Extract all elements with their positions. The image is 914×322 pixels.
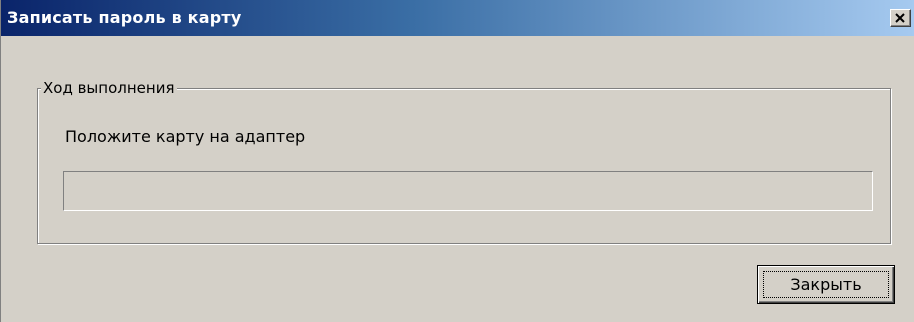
- status-message: Положите карту на адаптер: [65, 127, 306, 146]
- groupbox-legend: Ход выполнения: [41, 78, 178, 98]
- progress-bar: [63, 171, 873, 211]
- dialog-window: Записать пароль в карту Ход выполнения П…: [0, 0, 914, 322]
- progress-groupbox: [37, 88, 891, 244]
- close-x-icon: [895, 13, 905, 23]
- title-close-button[interactable]: [890, 9, 911, 27]
- window-title: Записать пароль в карту: [7, 8, 242, 27]
- title-bar[interactable]: Записать пароль в карту: [1, 0, 914, 36]
- close-button-label: Закрыть: [790, 275, 862, 294]
- close-button[interactable]: Закрыть: [757, 265, 895, 304]
